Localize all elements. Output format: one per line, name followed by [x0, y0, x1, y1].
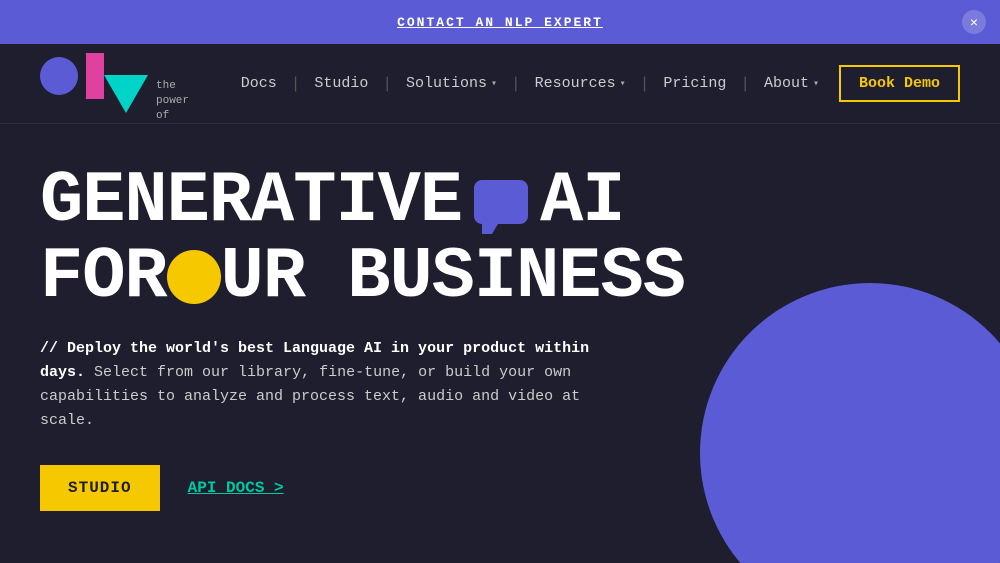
nav-link-resources[interactable]: Resources ▾	[527, 71, 634, 96]
nav-links: Docs | Studio | Solutions ▾ | Resources …	[233, 71, 827, 96]
title-generative: GENERATIVE	[40, 164, 462, 240]
main-nav: the power of language Docs | Studio | So…	[0, 44, 1000, 124]
hero-title: GENERATIVE AI FOR UR BUSINESS	[40, 164, 740, 315]
about-chevron-icon: ▾	[813, 78, 819, 90]
hero-title-line1: GENERATIVE AI	[40, 164, 740, 240]
yellow-circle-decoration	[167, 250, 221, 304]
logo-triangle-shape	[104, 75, 148, 113]
logo[interactable]: the power of language	[40, 49, 150, 119]
nav-sep-1: |	[291, 75, 301, 93]
title-ai: AI	[540, 164, 624, 240]
hero-title-line2: FOR UR BUSINESS	[40, 240, 740, 316]
book-demo-button[interactable]: Book Demo	[839, 65, 960, 102]
decorative-circle	[700, 283, 1000, 563]
title-for: FOR	[40, 240, 167, 316]
nav-sep-3: |	[511, 75, 521, 93]
title-your-business: UR BUSINESS	[221, 240, 685, 316]
solutions-chevron-icon: ▾	[491, 78, 497, 90]
nav-item-about[interactable]: About ▾	[756, 71, 827, 96]
resources-chevron-icon: ▾	[620, 78, 626, 90]
banner-text[interactable]: CONTACT AN NLP EXPERT	[397, 15, 603, 30]
nav-link-pricing[interactable]: Pricing	[655, 71, 734, 96]
hero-subtitle-normal: Select from our library, fine-tune, or b…	[40, 364, 580, 429]
nav-item-solutions[interactable]: Solutions ▾	[398, 71, 505, 96]
studio-button[interactable]: STUDIO	[40, 465, 160, 511]
banner-close-button[interactable]: ×	[962, 10, 986, 34]
logo-circle-shape	[40, 57, 78, 95]
nav-item-docs[interactable]: Docs	[233, 71, 285, 96]
nav-item-studio[interactable]: Studio	[306, 71, 376, 96]
logo-shapes: the power of language	[40, 49, 150, 119]
nav-sep-4: |	[640, 75, 650, 93]
hero-section: GENERATIVE AI FOR UR BUSINESS // Deploy …	[0, 124, 1000, 563]
nav-sep-2: |	[382, 75, 392, 93]
nav-link-about[interactable]: About ▾	[756, 71, 827, 96]
announcement-banner: CONTACT AN NLP EXPERT ×	[0, 0, 1000, 44]
chat-bubble-icon	[474, 180, 528, 224]
nav-item-pricing[interactable]: Pricing	[655, 71, 734, 96]
nav-item-resources[interactable]: Resources ▾	[527, 71, 634, 96]
nav-link-docs[interactable]: Docs	[233, 71, 285, 96]
api-docs-button[interactable]: API DOCS >	[188, 479, 284, 497]
hero-subtitle: // Deploy the world's best Language AI i…	[40, 337, 600, 433]
nav-link-solutions[interactable]: Solutions ▾	[398, 71, 505, 96]
nav-sep-5: |	[740, 75, 750, 93]
logo-rect-shape	[86, 53, 104, 99]
nav-link-studio[interactable]: Studio	[306, 71, 376, 96]
